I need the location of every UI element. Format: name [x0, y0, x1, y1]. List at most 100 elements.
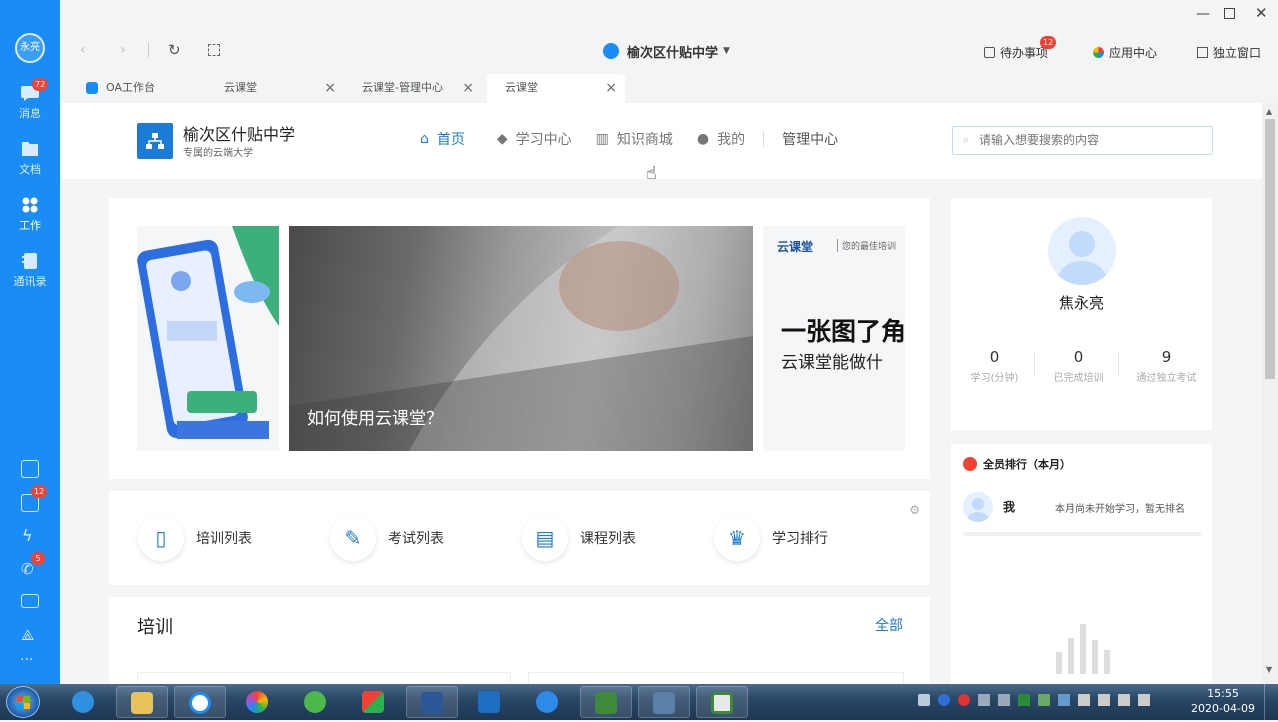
back-icon[interactable]: ‹: [80, 42, 86, 58]
user-icon: ●: [696, 131, 710, 147]
tray-volume-icon[interactable]: [1118, 694, 1130, 706]
taskbar-camtasia-1[interactable]: [580, 686, 632, 718]
ranking-avatar: [963, 492, 993, 522]
training-title: 培训: [137, 617, 173, 638]
tray-grid-icon[interactable]: [1058, 694, 1070, 706]
quick-link-ranking[interactable]: ♛ 学习排行: [714, 515, 828, 561]
standalone-window-button[interactable]: 独立窗口: [1197, 44, 1261, 61]
mail-icon[interactable]: [21, 594, 39, 608]
tab-oa-workbench[interactable]: OA工作台: [70, 74, 200, 103]
search-input[interactable]: [979, 130, 1204, 150]
school-subtitle: 专属的云端大学: [183, 148, 253, 159]
quick-link-training[interactable]: ▯ 培训列表: [138, 515, 252, 561]
refresh-icon[interactable]: ↻: [168, 41, 181, 59]
network-icon[interactable]: ⟁: [21, 626, 34, 644]
page-scrollbar[interactable]: ▲ ▼: [1262, 103, 1278, 684]
tray-help-icon[interactable]: [938, 694, 950, 706]
fullscreen-icon[interactable]: [208, 44, 220, 56]
scroll-down-icon[interactable]: ▼: [1266, 665, 1272, 674]
forward-icon[interactable]: ›: [120, 42, 126, 58]
nav-home[interactable]: 首页: [437, 129, 465, 149]
quick-link-label: 考试列表: [388, 531, 444, 547]
start-button[interactable]: [6, 686, 40, 718]
banner-slide-main[interactable]: 如何使用云课堂？: [289, 226, 753, 451]
stat-value: 9: [1161, 348, 1172, 366]
training-all-link[interactable]: 全部: [875, 615, 903, 635]
nav-admin-center[interactable]: 管理中心: [782, 129, 838, 149]
quick-links-card: ⚙ ▯ 培训列表 ✎ 考试列表 ▤ 课程列表 ♛ 学习排行: [109, 491, 930, 585]
tray-record-icon[interactable]: [958, 694, 970, 706]
taskbar-explorer[interactable]: [116, 686, 168, 718]
close-icon[interactable]: ×: [462, 74, 474, 102]
tab-strip: OA工作台 云课堂 × 云课堂-管理中心 × 云课堂 ×: [60, 74, 1278, 103]
quick-link-exams[interactable]: ✎ 考试列表: [330, 515, 444, 561]
minimize-icon[interactable]: —: [1196, 6, 1210, 22]
nav-learning-center[interactable]: 学习中心: [516, 129, 572, 149]
taskbar-maxthon[interactable]: [464, 686, 516, 718]
school-logo-icon[interactable]: [137, 123, 173, 159]
window-topbar: ‹ › ↻ 榆次区什贴中学 ▼ 待办事项 12 应用中心 独立窗口 — ✕: [60, 0, 1278, 74]
app-center-button[interactable]: 应用中心: [1093, 44, 1157, 61]
ie-icon: [72, 691, 94, 713]
user-avatar[interactable]: 永亮: [15, 33, 45, 63]
tray-network-icon[interactable]: [978, 694, 990, 706]
tray-app-icon[interactable]: [1038, 694, 1050, 706]
tab-cloud-classroom-1[interactable]: 云课堂 ×: [206, 74, 344, 103]
tab-cloud-classroom-active[interactable]: 云课堂 ×: [487, 74, 625, 103]
tray-signal-icon[interactable]: [1138, 694, 1150, 706]
search-box[interactable]: ⌕: [952, 126, 1213, 155]
tray-keyboard-icon[interactable]: [918, 694, 930, 706]
tray-power-icon[interactable]: [1098, 694, 1110, 706]
tab-label: 云课堂: [505, 81, 538, 94]
tray-monitor-icon[interactable]: [998, 694, 1010, 706]
training-item[interactable]: [137, 672, 511, 684]
window-icon: [1197, 47, 1208, 58]
taskbar-media[interactable]: [348, 686, 400, 718]
clock-date: 2020-04-09: [1191, 702, 1255, 715]
tab-cloud-classroom-admin[interactable]: 云课堂-管理中心 ×: [344, 74, 482, 103]
close-icon[interactable]: ×: [324, 74, 336, 102]
banner-slide-left[interactable]: [137, 226, 279, 451]
profile-avatar[interactable]: [1048, 217, 1116, 285]
taskbar-film[interactable]: [638, 686, 690, 718]
scroll-up-icon[interactable]: ▲: [1266, 107, 1272, 116]
taskbar-ie[interactable]: [58, 686, 110, 718]
lightning-icon[interactable]: ϟ: [22, 526, 33, 545]
profile-card: 焦永亮 0 学习(分钟) 0 已完成培训 9 通过独立考试: [951, 198, 1212, 430]
app-center-label: 应用中心: [1109, 46, 1158, 60]
sidebar-item-work[interactable]: 工作: [0, 196, 60, 233]
calendar-icon[interactable]: [21, 460, 39, 478]
training-item[interactable]: [528, 672, 904, 684]
show-desktop-button[interactable]: [1264, 684, 1278, 720]
taskbar-camtasia-2[interactable]: [696, 686, 748, 718]
sidebar-item-contacts[interactable]: 通讯录: [0, 252, 60, 289]
taskbar-dingtalk[interactable]: [522, 686, 574, 718]
quick-link-courses[interactable]: ▤ 课程列表: [522, 515, 636, 561]
phone-icon[interactable]: ✆ 5: [21, 552, 45, 578]
close-icon[interactable]: ×: [605, 74, 617, 102]
taskbar-word[interactable]: [406, 686, 458, 718]
taskbar-clock[interactable]: 15:55 2020-04-09: [1190, 686, 1256, 716]
nav-mine[interactable]: 我的: [717, 129, 745, 149]
sidebar-item-label: 工作: [19, 219, 41, 232]
org-switcher[interactable]: 榆次区什贴中学 ▼: [603, 42, 730, 61]
more-icon[interactable]: ···: [20, 652, 33, 668]
quick-link-label: 学习排行: [772, 531, 828, 547]
taskbar-360[interactable]: [290, 686, 342, 718]
banner-slide-right[interactable]: 云课堂 您的最佳培训 一张图了角 云课堂能做什: [763, 226, 905, 451]
clock-time: 15:55: [1207, 687, 1239, 700]
restore-icon[interactable]: [1224, 8, 1235, 19]
task-check-icon[interactable]: 12: [21, 485, 48, 512]
todo-button[interactable]: 待办事项 12: [984, 36, 1057, 61]
settings-gear-icon[interactable]: ⚙: [909, 503, 920, 517]
close-window-icon[interactable]: ✕: [1255, 4, 1268, 22]
tray-bluetooth-icon[interactable]: [1078, 694, 1090, 706]
scroll-thumb[interactable]: [1265, 119, 1275, 379]
taskbar-color-app[interactable]: [232, 686, 284, 718]
tray-nvidia-icon[interactable]: [1018, 694, 1030, 706]
graduation-cap-icon: ◆: [496, 131, 508, 147]
nav-knowledge-mall[interactable]: 知识商城: [617, 129, 673, 149]
sidebar-item-messages[interactable]: 72 消息: [0, 78, 60, 121]
sidebar-item-docs[interactable]: 文档: [0, 140, 60, 177]
taskbar-app[interactable]: [174, 686, 226, 718]
